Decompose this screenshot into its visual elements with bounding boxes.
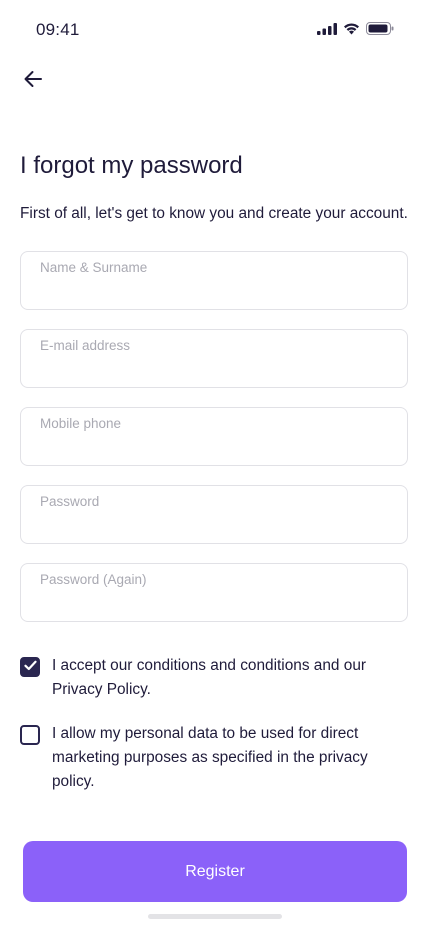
register-button[interactable]: Register	[23, 841, 407, 902]
signal-icon	[317, 22, 337, 40]
arrow-left-icon	[23, 70, 43, 93]
page-subtitle: First of all, let's get to know you and …	[20, 205, 408, 222]
marketing-consent-checkbox[interactable]	[20, 725, 40, 745]
status-icons	[317, 22, 394, 40]
wifi-icon	[343, 22, 360, 40]
password-field[interactable]: Password	[20, 485, 408, 544]
accept-conditions-row[interactable]: I accept our conditions and conditions a…	[20, 656, 400, 702]
email-label: E-mail address	[40, 338, 131, 353]
password-again-field[interactable]: Password (Again)	[20, 563, 408, 622]
name-surname-input[interactable]	[39, 278, 393, 302]
mobile-phone-label: Mobile phone	[40, 416, 122, 431]
check-icon	[23, 658, 37, 676]
accept-conditions-label: I accept our conditions and conditions a…	[52, 657, 367, 698]
password-again-input[interactable]	[39, 590, 393, 614]
name-surname-label: Name & Surname	[40, 260, 148, 275]
password-label: Password	[40, 494, 100, 509]
password-again-label: Password (Again)	[40, 572, 147, 587]
mobile-phone-field[interactable]: Mobile phone	[20, 407, 408, 466]
home-indicator	[148, 914, 282, 919]
status-time: 09:41	[36, 20, 80, 39]
marketing-consent-label: I allow my personal data to be used for …	[52, 725, 368, 790]
accept-conditions-checkbox[interactable]	[20, 657, 40, 677]
status-bar: 09:41	[0, 0, 430, 56]
battery-icon	[366, 22, 394, 40]
back-button[interactable]	[18, 66, 48, 96]
email-input[interactable]	[39, 356, 393, 380]
name-surname-field[interactable]: Name & Surname	[20, 251, 408, 310]
password-input[interactable]	[39, 512, 393, 536]
marketing-consent-row[interactable]: I allow my personal data to be used for …	[20, 724, 400, 794]
page-title: I forgot my password	[20, 152, 243, 179]
mobile-phone-input[interactable]	[39, 434, 393, 458]
email-field[interactable]: E-mail address	[20, 329, 408, 388]
